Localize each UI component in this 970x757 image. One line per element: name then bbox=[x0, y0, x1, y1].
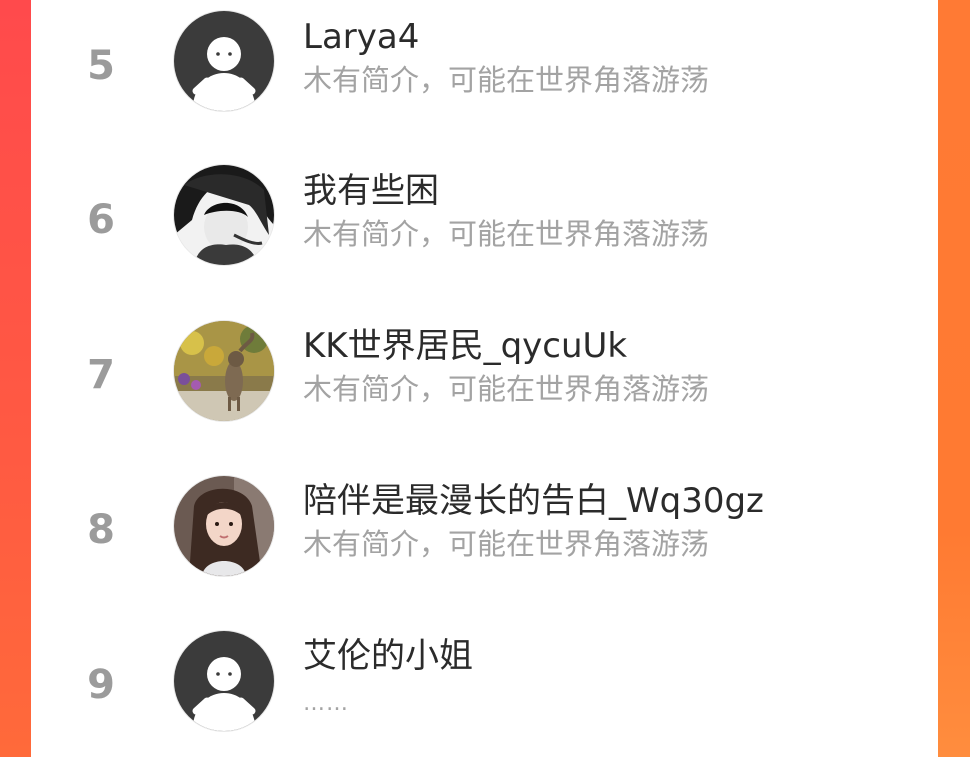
user-bio: …… bbox=[303, 691, 349, 716]
user-photo-avatar[interactable] bbox=[174, 476, 274, 576]
user-photo-avatar[interactable] bbox=[174, 165, 274, 265]
list-item[interactable]: 6 我有些困 木有简介，可能在世界角落游荡 bbox=[31, 154, 938, 284]
default-avatar-icon[interactable] bbox=[174, 11, 274, 111]
user-name[interactable]: 艾伦的小姐 bbox=[303, 639, 473, 673]
user-bio: 木有简介，可能在世界角落游荡 bbox=[303, 217, 710, 251]
user-bio: 木有简介，可能在世界角落游荡 bbox=[303, 63, 710, 97]
user-name[interactable]: Larya4 bbox=[303, 20, 419, 54]
background-right-strip bbox=[938, 0, 970, 757]
background-left-strip bbox=[0, 0, 31, 757]
rank-number: 8 bbox=[87, 507, 115, 553]
user-bio: 木有简介，可能在世界角落游荡 bbox=[303, 372, 710, 406]
rank-number: 6 bbox=[87, 197, 115, 243]
list-item[interactable]: 5 Larya4 木有简介，可能在世界角落游荡 bbox=[31, 0, 938, 130]
user-photo-avatar[interactable] bbox=[174, 321, 274, 421]
user-name[interactable]: KK世界居民_qycuUk bbox=[303, 329, 627, 363]
user-bio: 木有简介，可能在世界角落游荡 bbox=[303, 527, 710, 561]
ranking-list-card: 5 Larya4 木有简介，可能在世界角落游荡 6 我有些困 木有简介，可能在世… bbox=[31, 0, 938, 757]
list-item[interactable]: 8 陪伴是最漫长的告白_Wq30gz 木有简介，可能在世界角落游荡 bbox=[31, 464, 938, 594]
user-name[interactable]: 我有些困 bbox=[303, 174, 439, 208]
user-name[interactable]: 陪伴是最漫长的告白_Wq30gz bbox=[303, 484, 764, 518]
rank-number: 5 bbox=[87, 43, 115, 89]
rank-number: 9 bbox=[87, 662, 115, 708]
rank-number: 7 bbox=[87, 352, 115, 398]
default-avatar-icon[interactable] bbox=[174, 631, 274, 731]
list-item[interactable]: 9 艾伦的小姐 …… bbox=[31, 619, 938, 749]
list-item[interactable]: 7 KK世界居民_qycuUk 木有简介，可能在世界角落游荡 bbox=[31, 309, 938, 439]
